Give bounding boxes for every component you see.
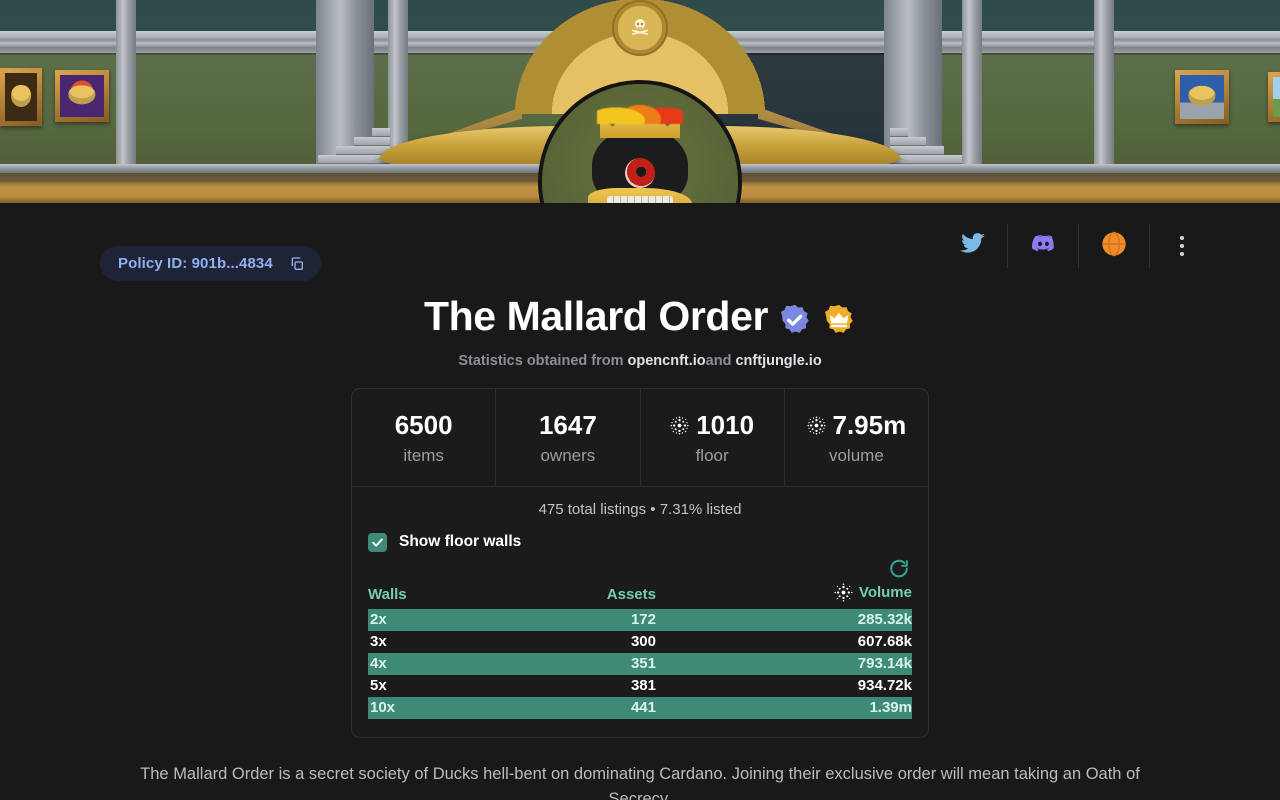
column-header-volume: Volume [656,581,912,609]
page-title: The Mallard Order [0,293,1280,340]
twitter-icon [959,230,986,262]
listings-summary: 475 total listings • 7.31% listed [352,485,928,530]
stat-owners-value: 1647 [538,410,597,440]
collection-page: Policy ID: 901b...4834 The Mallard Order… [0,203,1280,800]
column-header-walls: Walls [368,585,407,603]
cell-volume: 793.14k [655,652,912,675]
collection-banner [0,0,1280,203]
cell-assets: 351 [494,652,656,675]
table-row[interactable]: 3x 300 607.68k [368,631,912,653]
ada-icon [834,583,853,602]
floor-walls-table: Walls Assets Volume 2x 172 285.32k 3x 30… [368,581,912,719]
verified-badge [778,300,812,334]
stats-card: 6500 items 1647 owners 1010 floor 7.95m … [351,388,929,738]
website-link[interactable] [1097,229,1131,263]
banner-pillar [1094,0,1114,182]
floor-walls-table-body: 2x 172 285.32k 3x 300 607.68k 4x 351 793… [368,608,912,719]
table-row[interactable]: 4x 351 793.14k [368,652,912,675]
table-row[interactable]: 2x 172 285.32k [368,608,912,631]
cell-wall: 4x [368,652,495,675]
cell-volume: 285.32k [655,608,912,631]
collection-description: The Mallard Order is a secret society of… [140,764,1140,800]
cell-wall: 3x [370,632,387,650]
banner-portrait [55,70,109,122]
cell-wall: 10x [368,696,495,719]
cell-wall: 5x [370,676,387,694]
cell-assets: 441 [494,696,656,719]
column-header-volume-label: Volume [858,583,912,601]
banner-pillar [116,0,136,182]
attribution-prefix: Statistics obtained from [458,353,624,369]
cell-wall: 2x [368,608,495,631]
ada-icon [670,416,689,435]
source-link-cnftjungle[interactable]: cnftjungle.io [735,353,821,369]
refresh-icon[interactable] [888,558,910,580]
ada-icon [806,416,826,435]
stat-volume-value: 7.95m [832,410,907,440]
cell-volume: 934.72k [857,676,912,694]
social-links [955,223,1196,269]
source-link-opencnft[interactable]: opencnft.io [628,353,706,369]
column-header-assets: Assets [606,585,656,603]
collection-avatar[interactable] [538,80,742,203]
attribution: Statistics obtained from opencnft.ioand … [0,353,1280,369]
header-actions-row: Policy ID: 901b...4834 [0,203,1280,289]
stat-volume-label: volume [828,445,884,465]
table-row[interactable]: 10x 441 1.39m [368,696,912,719]
copy-icon[interactable] [289,256,305,272]
discord-link[interactable] [1026,229,1060,263]
collection-name: The Mallard Order [423,293,769,339]
cell-volume: 607.68k [857,632,912,650]
stat-items-value: 6500 [394,410,453,440]
stat-items-label: items [403,445,444,465]
attribution-join: and [705,353,732,369]
cell-assets: 300 [630,632,656,650]
cell-assets: 172 [494,608,656,631]
show-floor-walls-row[interactable]: Show floor walls [352,530,928,552]
twitter-link[interactable] [955,229,989,263]
stat-floor-label: floor [695,445,729,465]
banner-portrait [1175,70,1229,124]
policy-id-pill[interactable]: Policy ID: 901b...4834 [100,246,321,281]
stat-owners-label: owners [540,445,596,465]
table-header-row: Walls Assets Volume [368,581,912,609]
banner-portrait [0,68,42,126]
divider [1078,224,1079,268]
discord-icon [1030,230,1057,262]
banner-portrait [1268,72,1280,122]
cell-volume: 1.39m [655,696,912,719]
more-vertical-icon[interactable] [1168,236,1196,256]
globe-icon [1100,230,1128,263]
divider [1149,224,1150,268]
stat-floor-value: 1010 [696,410,755,440]
show-floor-walls-label: Show floor walls [399,533,522,551]
stat-floor: 1010 floor [641,389,785,486]
crown-badge [822,300,856,334]
stat-owners: 1647 owners [496,389,641,486]
divider [1007,224,1008,268]
cell-assets: 381 [630,676,656,694]
stat-volume: 7.95m volume [785,389,928,486]
refresh-row [352,552,928,580]
card-bottom-spacer [352,719,928,737]
skull-and-crossbones-icon [612,0,668,56]
stats-row: 6500 items 1647 owners 1010 floor 7.95m … [352,389,928,486]
show-floor-walls-checkbox[interactable] [368,532,387,552]
table-row[interactable]: 5x 381 934.72k [368,675,912,697]
stat-items: 6500 items [352,389,497,486]
policy-id-label: Policy ID: 901b...4834 [118,255,273,272]
